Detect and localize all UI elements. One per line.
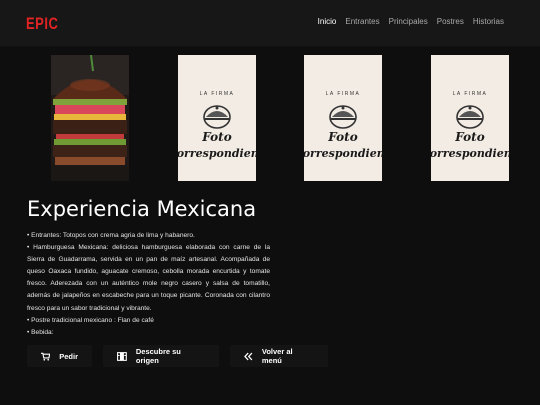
description-bebida: • Bebida: bbox=[27, 328, 54, 336]
photo-gallery: LA FIRMA Foto correspondiente LA FIRMA F… bbox=[0, 55, 540, 181]
nav-item-principales[interactable]: Principales bbox=[389, 17, 428, 26]
gallery-tile-placeholder[interactable]: LA FIRMA Foto correspondiente bbox=[431, 55, 509, 181]
nav-item-entrantes[interactable]: Entrantes bbox=[345, 17, 379, 26]
gallery-tile-placeholder[interactable]: LA FIRMA Foto correspondiente bbox=[304, 55, 382, 181]
nav-item-historias[interactable]: Historias bbox=[473, 17, 504, 26]
brand-logo[interactable]: EPIC bbox=[26, 14, 58, 33]
action-buttons: Pedir Descubre su origen Volver al menú bbox=[27, 345, 328, 367]
nav-item-postres[interactable]: Postres bbox=[437, 17, 464, 26]
placeholder-main-text: Foto bbox=[328, 130, 358, 144]
description-postre: • Postre tradicional mexicano : Flan de … bbox=[27, 316, 154, 324]
description-entrantes: • Entrantes: Totopos con crema agria de … bbox=[27, 232, 195, 239]
discover-origin-label: Descubre su origen bbox=[135, 347, 181, 365]
discover-origin-button[interactable]: Descubre su origen bbox=[103, 345, 219, 367]
placeholder-main-text: Foto bbox=[202, 130, 232, 144]
top-navbar: EPIC Inicio Entrantes Principales Postre… bbox=[0, 0, 540, 47]
cart-icon bbox=[41, 352, 51, 361]
back-to-menu-button[interactable]: Volver al menú bbox=[230, 345, 328, 367]
nav-item-inicio[interactable]: Inicio bbox=[318, 17, 337, 26]
placeholder-sub-text: correspondiente bbox=[431, 147, 509, 160]
placeholder-main-text: Foto bbox=[455, 130, 485, 144]
dish-description: • Entrantes: Totopos con crema agria de … bbox=[27, 230, 270, 339]
placeholder-top-text: LA FIRMA bbox=[199, 91, 235, 97]
gallery-tile-placeholder[interactable]: LA FIRMA Foto correspondiente bbox=[178, 55, 256, 181]
burger-photo bbox=[51, 55, 129, 181]
double-chevron-left-icon bbox=[244, 352, 253, 360]
plate-dome-icon bbox=[329, 105, 357, 129]
film-icon bbox=[117, 351, 127, 361]
plate-dome-icon bbox=[203, 105, 231, 129]
order-button[interactable]: Pedir bbox=[27, 345, 92, 367]
placeholder-top-text: LA FIRMA bbox=[325, 91, 361, 97]
page-title: Experiencia Mexicana bbox=[27, 197, 257, 222]
description-hamburguesa: • Hamburguesa Mexicana: deliciosa hambur… bbox=[27, 244, 270, 312]
back-to-menu-label: Volver al menú bbox=[261, 347, 293, 365]
placeholder-top-text: LA FIRMA bbox=[452, 91, 488, 97]
placeholder-sub-text: correspondiente bbox=[304, 147, 382, 160]
order-button-label: Pedir bbox=[59, 351, 78, 361]
gallery-tile-burger-photo[interactable] bbox=[51, 55, 129, 181]
main-nav: Inicio Entrantes Principales Postres His… bbox=[318, 17, 504, 26]
placeholder-sub-text: correspondiente bbox=[178, 147, 256, 160]
plate-dome-icon bbox=[456, 105, 484, 129]
